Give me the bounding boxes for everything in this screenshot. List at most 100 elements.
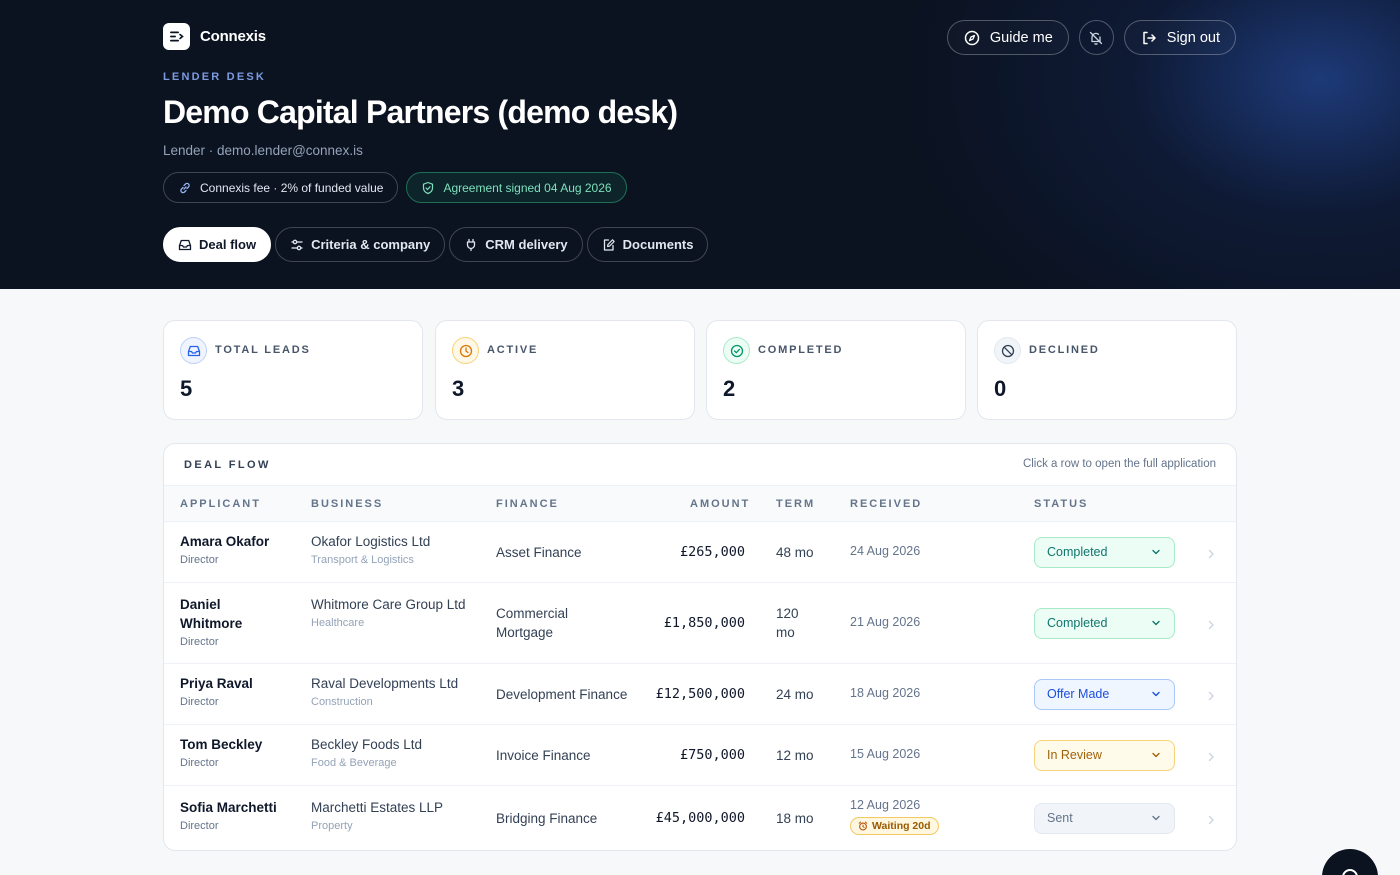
applicant-cell: Sofia Marchetti Director bbox=[180, 798, 300, 832]
business-name: Raval Developments Ltd bbox=[311, 675, 459, 691]
brand-name: Connexis bbox=[200, 28, 266, 45]
inbox-icon bbox=[178, 239, 192, 250]
business-sector: Food & Beverage bbox=[311, 756, 397, 769]
deal-flow-header: DEAL FLOW Click a row to open the full a… bbox=[164, 444, 1236, 486]
guide-me-button[interactable]: Guide me bbox=[946, 20, 1069, 55]
received-cell: 18 Aug 2026 bbox=[850, 686, 920, 700]
stat-total-leads: TOTAL LEADS 5 bbox=[163, 320, 423, 420]
tab-documents[interactable]: Documents bbox=[586, 227, 709, 262]
table-row[interactable]: Amara Okafor Director Okafor Logistics Ltd… bbox=[164, 522, 1236, 583]
chevron-down-icon bbox=[1150, 749, 1162, 761]
status-label: Completed bbox=[1047, 616, 1108, 630]
logout-icon bbox=[1143, 31, 1156, 44]
finance-type: Invoice Finance bbox=[496, 747, 591, 763]
business-cell: Okafor Logistics Ltd Transport & Logistic… bbox=[311, 532, 471, 566]
fee-chip: Connexis fee · 2% of funded value bbox=[163, 172, 399, 203]
guide-me-label: Guide me bbox=[989, 29, 1053, 46]
received-cell: 15 Aug 2026 bbox=[850, 747, 920, 761]
section-tabs: Deal flow Criteria & company CRM deliver… bbox=[163, 227, 709, 262]
stat-label: DECLINED bbox=[1029, 344, 1100, 356]
stat-value: 5 bbox=[180, 376, 193, 401]
plug-icon bbox=[467, 238, 476, 251]
tab-deal-flow-label: Deal flow bbox=[199, 237, 257, 252]
term-value: 24 mo bbox=[776, 686, 814, 702]
sign-out-label: Sign out bbox=[1166, 29, 1220, 46]
tab-criteria-company[interactable]: Criteria & company bbox=[275, 227, 446, 262]
chevron-down-icon bbox=[1150, 812, 1162, 824]
waiting-label: Waiting 20d bbox=[872, 820, 931, 832]
deal-flow-title: DEAL FLOW bbox=[184, 459, 271, 471]
business-cell: Beckley Foods Ltd Food & Beverage bbox=[311, 735, 471, 769]
stat-value: 0 bbox=[994, 376, 1007, 401]
column-header: FINANCE bbox=[496, 498, 559, 510]
column-header: RECEIVED bbox=[850, 498, 923, 510]
check-circle-icon bbox=[723, 337, 750, 364]
status-select[interactable]: Offer Made bbox=[1034, 678, 1175, 710]
stat-value: 3 bbox=[452, 376, 465, 401]
notifications-button[interactable] bbox=[1078, 20, 1114, 55]
connexis-logo-icon bbox=[163, 23, 190, 50]
chevron-right-icon[interactable] bbox=[1206, 618, 1216, 636]
term-value: 48 mo bbox=[776, 544, 814, 560]
applicant-cell: Amara Okafor Director bbox=[180, 532, 300, 566]
status-select[interactable]: Completed bbox=[1034, 536, 1175, 568]
business-name: Marchetti Estates LLP bbox=[311, 799, 444, 815]
business-cell: Marchetti Estates LLP Property bbox=[311, 798, 471, 832]
amount-value: £1,850,000 bbox=[663, 614, 745, 631]
page-eyebrow: LENDER DESK bbox=[163, 71, 267, 83]
finance-type: Development Finance bbox=[496, 686, 628, 702]
table-row[interactable]: Sofia Marchetti Director Marchetti Estates… bbox=[164, 786, 1236, 850]
business-cell: Raval Developments Ltd Construction bbox=[311, 674, 471, 708]
sign-out-button[interactable]: Sign out bbox=[1123, 20, 1236, 55]
received-date: 12 Aug 2026 bbox=[850, 798, 921, 812]
hero-chips: Connexis fee · 2% of funded value Agreem… bbox=[163, 172, 627, 203]
chevron-down-icon bbox=[1150, 617, 1162, 629]
applicant-role: Director bbox=[180, 553, 219, 566]
tab-criteria-company-label: Criteria & company bbox=[311, 237, 431, 252]
brand[interactable]: Connexis bbox=[163, 23, 266, 50]
chevron-right-icon[interactable] bbox=[1206, 547, 1216, 565]
chevron-right-icon[interactable] bbox=[1206, 689, 1216, 707]
status-select[interactable]: Completed bbox=[1034, 607, 1175, 639]
chevron-right-icon[interactable] bbox=[1206, 813, 1216, 831]
tab-deal-flow[interactable]: Deal flow bbox=[163, 227, 272, 262]
column-header: APPLICANT bbox=[180, 498, 261, 510]
document-edit-icon bbox=[603, 238, 615, 251]
applicant-cell: Tom Beckley Director bbox=[180, 735, 300, 769]
chat-icon bbox=[1342, 869, 1358, 875]
business-sector: Property bbox=[311, 819, 353, 832]
status-label: Offer Made bbox=[1047, 687, 1110, 701]
tab-documents-label: Documents bbox=[622, 237, 694, 252]
status-select[interactable]: Sent bbox=[1034, 802, 1175, 834]
tab-crm-delivery[interactable]: CRM delivery bbox=[449, 227, 583, 262]
received-date: 18 Aug 2026 bbox=[850, 685, 921, 700]
amount-value: £12,500,000 bbox=[655, 685, 745, 702]
table-row[interactable]: Daniel Whitmore Director Whitmore Care Gro… bbox=[164, 583, 1236, 664]
received-cell: 21 Aug 2026 bbox=[850, 615, 920, 629]
business-name: Whitmore Care Group Ltd bbox=[311, 597, 466, 612]
top-actions: Guide me Sign out bbox=[946, 20, 1236, 55]
chevron-down-icon bbox=[1150, 688, 1162, 700]
amount-value: £750,000 bbox=[679, 746, 745, 763]
status-label: Sent bbox=[1047, 811, 1073, 825]
received-date: 15 Aug 2026 bbox=[850, 746, 921, 761]
received-date: 21 Aug 2026 bbox=[850, 614, 921, 629]
deal-flow-hint: Click a row to open the full application bbox=[1022, 458, 1216, 470]
column-header: AMOUNT bbox=[690, 498, 751, 510]
business-name: Beckley Foods Ltd bbox=[311, 736, 423, 752]
table-row[interactable]: Tom Beckley Director Beckley Foods Ltd Food… bbox=[164, 725, 1236, 786]
applicant-name: Priya Raval bbox=[180, 675, 253, 691]
business-sector: Transport & Logistics bbox=[311, 553, 414, 566]
link-icon bbox=[180, 182, 190, 193]
applicant-role: Director bbox=[180, 636, 219, 648]
chevron-right-icon[interactable] bbox=[1206, 750, 1216, 768]
business-name: Okafor Logistics Ltd bbox=[311, 533, 431, 549]
table-row[interactable]: Priya Raval Director Raval Developments Lt… bbox=[164, 664, 1236, 725]
hero-header: Connexis Guide me Sign out LENDER DESK D… bbox=[0, 0, 1400, 289]
status-select[interactable]: In Review bbox=[1034, 739, 1175, 771]
ban-icon bbox=[994, 337, 1021, 364]
chat-launcher-button[interactable] bbox=[1322, 849, 1378, 875]
applicant-name: Tom Beckley bbox=[180, 736, 263, 752]
stat-label: COMPLETED bbox=[758, 344, 844, 356]
column-header: TERM bbox=[776, 498, 816, 510]
